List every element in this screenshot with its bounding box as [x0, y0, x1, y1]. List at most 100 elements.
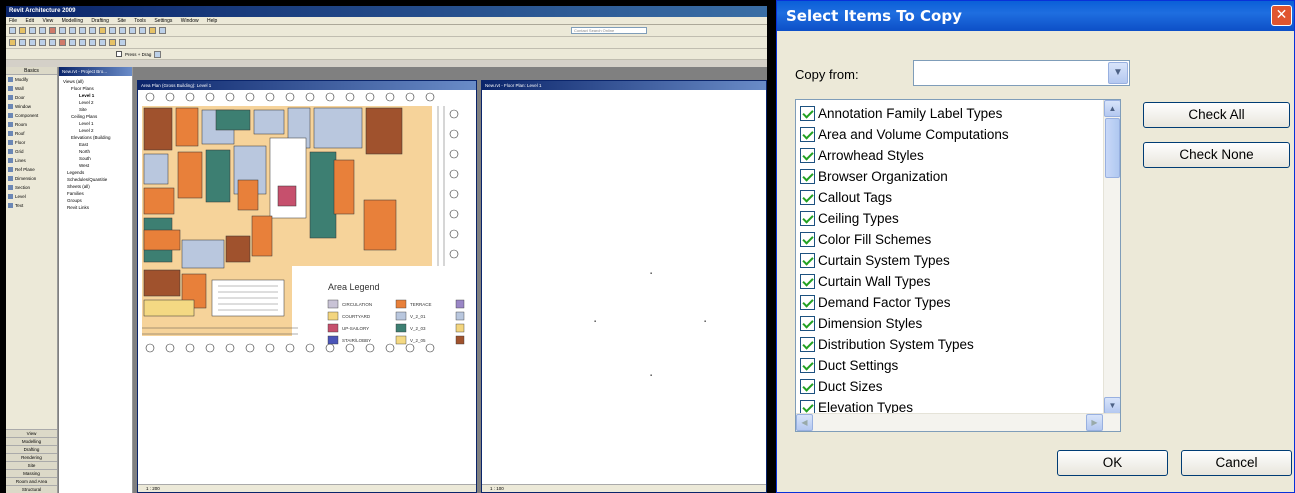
- vertical-scrollbar[interactable]: ▲ ▼: [1103, 100, 1120, 414]
- menu-view[interactable]: View: [42, 18, 53, 24]
- menu-file[interactable]: File: [9, 18, 17, 24]
- tree-north[interactable]: North: [63, 148, 132, 155]
- scroll-thumb[interactable]: [1105, 118, 1120, 178]
- ok-button[interactable]: OK: [1057, 450, 1168, 476]
- design-item-roof[interactable]: Roof: [6, 129, 57, 138]
- split-icon[interactable]: [79, 39, 86, 46]
- list-item[interactable]: Demand Factor Types: [800, 292, 951, 313]
- list-item[interactable]: Color Fill Schemes: [800, 229, 931, 250]
- menu-edit[interactable]: Edit: [25, 18, 34, 24]
- scroll-right-icon[interactable]: ▶: [1086, 414, 1103, 431]
- paste-icon[interactable]: [69, 27, 76, 34]
- view1-scale[interactable]: 1 : 200: [146, 486, 160, 491]
- delete-icon[interactable]: [59, 39, 66, 46]
- item-checkbox[interactable]: [800, 211, 815, 226]
- press-drag-checkbox[interactable]: [116, 51, 122, 57]
- scroll-up-icon[interactable]: ▲: [1104, 100, 1120, 117]
- floor-plan-view[interactable]: New.rvt - Floor Plan: Level 1 ▪ ▪ ▪ ▪ 1 …: [481, 80, 767, 493]
- menu-modelling[interactable]: Modelling: [62, 18, 83, 24]
- undo-icon[interactable]: [79, 27, 86, 34]
- align-icon[interactable]: [69, 39, 76, 46]
- help-icon[interactable]: [154, 50, 162, 58]
- tab-massing[interactable]: Massing: [6, 469, 57, 477]
- dialog-titlebar[interactable]: Select Items To Copy ✕: [777, 1, 1294, 31]
- item-checkbox[interactable]: [800, 295, 815, 310]
- menu-tools[interactable]: Tools: [134, 18, 146, 24]
- tree-views[interactable]: Views (all): [63, 78, 132, 85]
- mirror-icon[interactable]: [39, 39, 46, 46]
- tree-revit-links[interactable]: Revit Links: [63, 204, 132, 211]
- design-item-door[interactable]: Door: [6, 93, 57, 102]
- move-icon[interactable]: [19, 39, 26, 46]
- dimension-icon[interactable]: [159, 27, 166, 34]
- tree-groups[interactable]: Groups: [63, 197, 132, 204]
- design-item-window[interactable]: Window: [6, 102, 57, 111]
- design-item-ref-plane[interactable]: Ref Plane: [6, 165, 57, 174]
- camera-icon[interactable]: [139, 27, 146, 34]
- tree-ceiling-level-1[interactable]: Level 1: [63, 120, 132, 127]
- check-none-button[interactable]: Check None: [1143, 142, 1290, 168]
- item-checkbox[interactable]: [800, 169, 815, 184]
- list-item[interactable]: Distribution System Types: [800, 334, 974, 355]
- design-item-modify[interactable]: Modify: [6, 75, 57, 84]
- tab-modelling[interactable]: Modelling: [6, 437, 57, 445]
- print-icon[interactable]: [39, 27, 46, 34]
- items-listbox[interactable]: Annotation Family Label Types Area and V…: [795, 99, 1121, 432]
- pin-icon[interactable]: [119, 39, 126, 46]
- tab-rendering[interactable]: Rendering: [6, 453, 57, 461]
- tab-room-and-area[interactable]: Room and Area: [6, 477, 57, 485]
- tree-families[interactable]: Families: [63, 190, 132, 197]
- tree-floor-plans[interactable]: Floor Plans: [63, 85, 132, 92]
- item-checkbox[interactable]: [800, 127, 815, 142]
- trim-icon[interactable]: [89, 39, 96, 46]
- tree-legends[interactable]: Legends: [63, 169, 132, 176]
- chevron-down-icon[interactable]: ▼: [1108, 62, 1128, 84]
- tree-elevations[interactable]: Elevations (Building: [63, 134, 132, 141]
- tag-icon[interactable]: [149, 27, 156, 34]
- open-icon[interactable]: [19, 27, 26, 34]
- item-checkbox[interactable]: [800, 232, 815, 247]
- redo-icon[interactable]: [89, 27, 96, 34]
- cut-icon[interactable]: [49, 27, 56, 34]
- tree-level-1[interactable]: Level 1: [63, 92, 132, 99]
- tree-east[interactable]: East: [63, 141, 132, 148]
- design-item-level[interactable]: Level: [6, 192, 57, 201]
- tree-south[interactable]: South: [63, 155, 132, 162]
- horizontal-scrollbar[interactable]: ◀ ▶: [796, 413, 1120, 431]
- tab-drafting[interactable]: Drafting: [6, 445, 57, 453]
- tab-site[interactable]: Site: [6, 461, 57, 469]
- view2-scale[interactable]: 1 : 100: [490, 486, 504, 491]
- design-item-wall[interactable]: Wall: [6, 84, 57, 93]
- design-item-text[interactable]: Text: [6, 201, 57, 210]
- tree-ceiling-level-2[interactable]: Level 2: [63, 127, 132, 134]
- item-checkbox[interactable]: [800, 337, 815, 352]
- plane-icon[interactable]: [9, 39, 16, 46]
- section-icon[interactable]: [129, 27, 136, 34]
- menu-window[interactable]: Window: [181, 18, 199, 24]
- item-checkbox[interactable]: [800, 379, 815, 394]
- list-item[interactable]: Browser Organization: [800, 166, 948, 187]
- area-plan-view[interactable]: Area Plan (Gross Building): Level 1 Area…: [137, 80, 477, 493]
- design-item-section[interactable]: Section: [6, 183, 57, 192]
- menu-drafting[interactable]: Drafting: [91, 18, 109, 24]
- tree-ceiling-plans[interactable]: Ceiling Plans: [63, 113, 132, 120]
- list-item[interactable]: Annotation Family Label Types: [800, 103, 1002, 124]
- item-checkbox[interactable]: [800, 148, 815, 163]
- tree-level-2[interactable]: Level 2: [63, 99, 132, 106]
- tree-west[interactable]: West: [63, 162, 132, 169]
- list-item[interactable]: Duct Settings: [800, 355, 898, 376]
- list-item[interactable]: Area and Volume Computations: [800, 124, 1009, 145]
- copy-icon[interactable]: [59, 27, 66, 34]
- close-icon[interactable]: ✕: [1271, 5, 1292, 26]
- scroll-left-icon[interactable]: ◀: [796, 414, 813, 431]
- tree-schedules[interactable]: Schedules/Quantitie: [63, 176, 132, 183]
- list-item[interactable]: Ceiling Types: [800, 208, 899, 229]
- scroll-down-icon[interactable]: ▼: [1104, 397, 1120, 414]
- menu-help[interactable]: Help: [207, 18, 217, 24]
- design-item-room[interactable]: Room: [6, 120, 57, 129]
- item-checkbox[interactable]: [800, 106, 815, 121]
- offset-icon[interactable]: [99, 39, 106, 46]
- list-item[interactable]: Curtain System Types: [800, 250, 950, 271]
- design-bar-header[interactable]: Basics: [6, 67, 57, 75]
- design-item-dimension[interactable]: Dimension: [6, 174, 57, 183]
